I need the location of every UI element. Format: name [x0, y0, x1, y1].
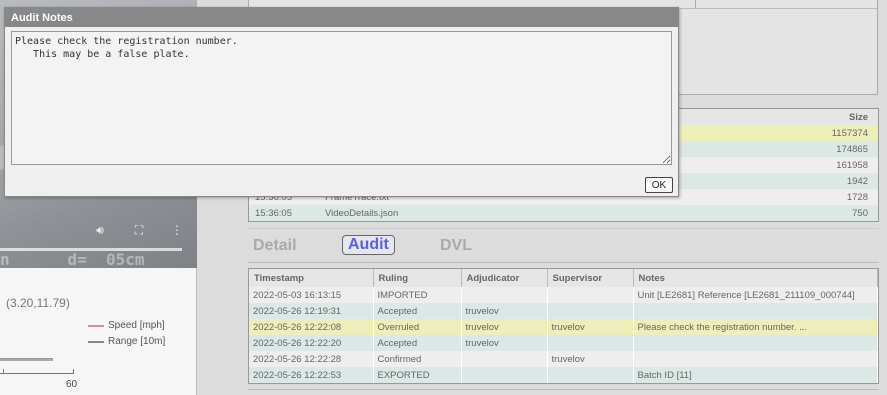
audit-supervisor: [547, 367, 634, 383]
divider: [248, 389, 879, 390]
file-size: 174865: [808, 141, 878, 157]
divider: [695, 0, 696, 8]
legend-label: Range [10m]: [108, 336, 166, 347]
audit-adjudicator: truvelov: [461, 303, 548, 319]
audit-row[interactable]: 2022-05-26 12:22:08 Overruled truvelov truv…: [249, 319, 878, 335]
audit-ruling: Confirmed: [373, 351, 462, 367]
file-size: 161958: [808, 157, 878, 173]
audit-timestamp: 2022-05-26 12:19:31: [249, 303, 374, 319]
audit-notes: Batch ID [11]: [633, 367, 878, 383]
speed-range-graph: (3.20,11.79) 60 Speed [mph] Range [10m]: [0, 268, 197, 395]
audit-notes: Please check the registration number. ..…: [633, 319, 878, 335]
audit-adjudicator: [461, 287, 548, 303]
column-header-size: Size: [808, 109, 878, 125]
tab-dvl[interactable]: DVL: [440, 237, 472, 255]
tab-audit[interactable]: Audit: [342, 235, 395, 255]
coordinate-readout: (3.20,11.79): [6, 296, 70, 310]
video-overlay-text: n d= 05cm: [0, 250, 145, 268]
volume-icon[interactable]: 🔊︎: [92, 222, 108, 238]
x-axis-tick: [73, 369, 74, 374]
ok-button[interactable]: OK: [645, 177, 673, 193]
audit-ruling: Accepted: [373, 335, 462, 351]
audit-notes: [633, 303, 878, 319]
legend-swatch-speed: [88, 324, 104, 327]
audit-adjudicator: truvelov: [461, 335, 548, 351]
more-vert-icon[interactable]: ⋮: [169, 222, 185, 238]
tab-detail[interactable]: Detail: [253, 237, 297, 255]
file-row[interactable]: 15:36:05 VideoDetails.json 750: [249, 205, 878, 221]
fullscreen-icon[interactable]: ⛶: [131, 222, 147, 238]
legend-swatch-range: [88, 340, 104, 343]
audit-ruling: Overruled: [373, 319, 462, 335]
audit-supervisor: truvelov: [547, 351, 634, 367]
audit-notes-dialog: Audit Notes OK: [4, 7, 679, 197]
audit-ruling: EXPORTED: [373, 367, 462, 383]
audit-supervisor: [547, 287, 634, 303]
audit-timestamp: 2022-05-26 12:22:53: [249, 367, 374, 383]
legend-item-range: Range [10m]: [88, 336, 165, 347]
file-size: 1157374: [808, 125, 878, 141]
audit-row[interactable]: 2022-05-26 12:19:31 Accepted truvelov: [249, 303, 878, 319]
audit-ruling: Accepted: [373, 303, 462, 319]
column-header-timestamp: Timestamp: [249, 269, 374, 287]
file-size: 1728: [808, 189, 878, 205]
column-header-supervisor: Supervisor: [547, 269, 634, 287]
audit-adjudicator: [461, 351, 548, 367]
column-header-ruling: Ruling: [373, 269, 462, 287]
column-header-adjudicator: Adjudicator: [461, 269, 548, 287]
tab-bar: Detail Audit DVL: [248, 228, 879, 263]
dialog-title: Audit Notes: [5, 8, 678, 27]
legend-item-speed: Speed [mph]: [88, 320, 165, 331]
audit-timestamp: 2022-05-26 12:22:20: [249, 335, 374, 351]
audit-notes: [633, 351, 878, 367]
legend-label: Speed [mph]: [108, 320, 165, 331]
audit-timestamp: 2022-05-26 12:22:28: [249, 351, 374, 367]
audit-row[interactable]: 2022-05-26 12:22:20 Accepted truvelov: [249, 335, 878, 351]
audit-supervisor: truvelov: [547, 319, 634, 335]
x-axis-tick: [3, 369, 4, 374]
x-tick-label: 60: [66, 379, 78, 390]
range-series-line: [0, 359, 53, 361]
audit-adjudicator: [461, 367, 548, 383]
column-header-notes: Notes: [633, 269, 878, 287]
audit-row[interactable]: 2022-05-03 16:13:15 IMPORTED Unit [LE2681]…: [249, 287, 878, 303]
file-time: 15:36:05: [249, 205, 319, 221]
audit-supervisor: [547, 335, 634, 351]
file-size: 1942: [808, 173, 878, 189]
audit-notes: [633, 335, 878, 351]
file-size: 750: [808, 205, 878, 221]
audit-notes: Unit [LE2681] Reference [LE2681_211109_0…: [633, 287, 878, 303]
file-name: VideoDetails.json: [319, 205, 808, 221]
audit-timestamp: 2022-05-26 12:22:08: [249, 319, 374, 335]
x-axis: [0, 373, 74, 374]
audit-ruling: IMPORTED: [373, 287, 462, 303]
audit-adjudicator: truvelov: [461, 319, 548, 335]
audit-row[interactable]: 2022-05-26 12:22:28 Confirmed truvelov: [249, 351, 878, 367]
audit-table: Timestamp Ruling Adjudicator Supervisor …: [248, 268, 879, 384]
audit-notes-textarea[interactable]: [11, 31, 672, 165]
audit-supervisor: [547, 303, 634, 319]
audit-row[interactable]: 2022-05-26 12:22:53 EXPORTED Batch ID [11]: [249, 367, 878, 383]
audit-timestamp: 2022-05-03 16:13:15: [249, 287, 374, 303]
